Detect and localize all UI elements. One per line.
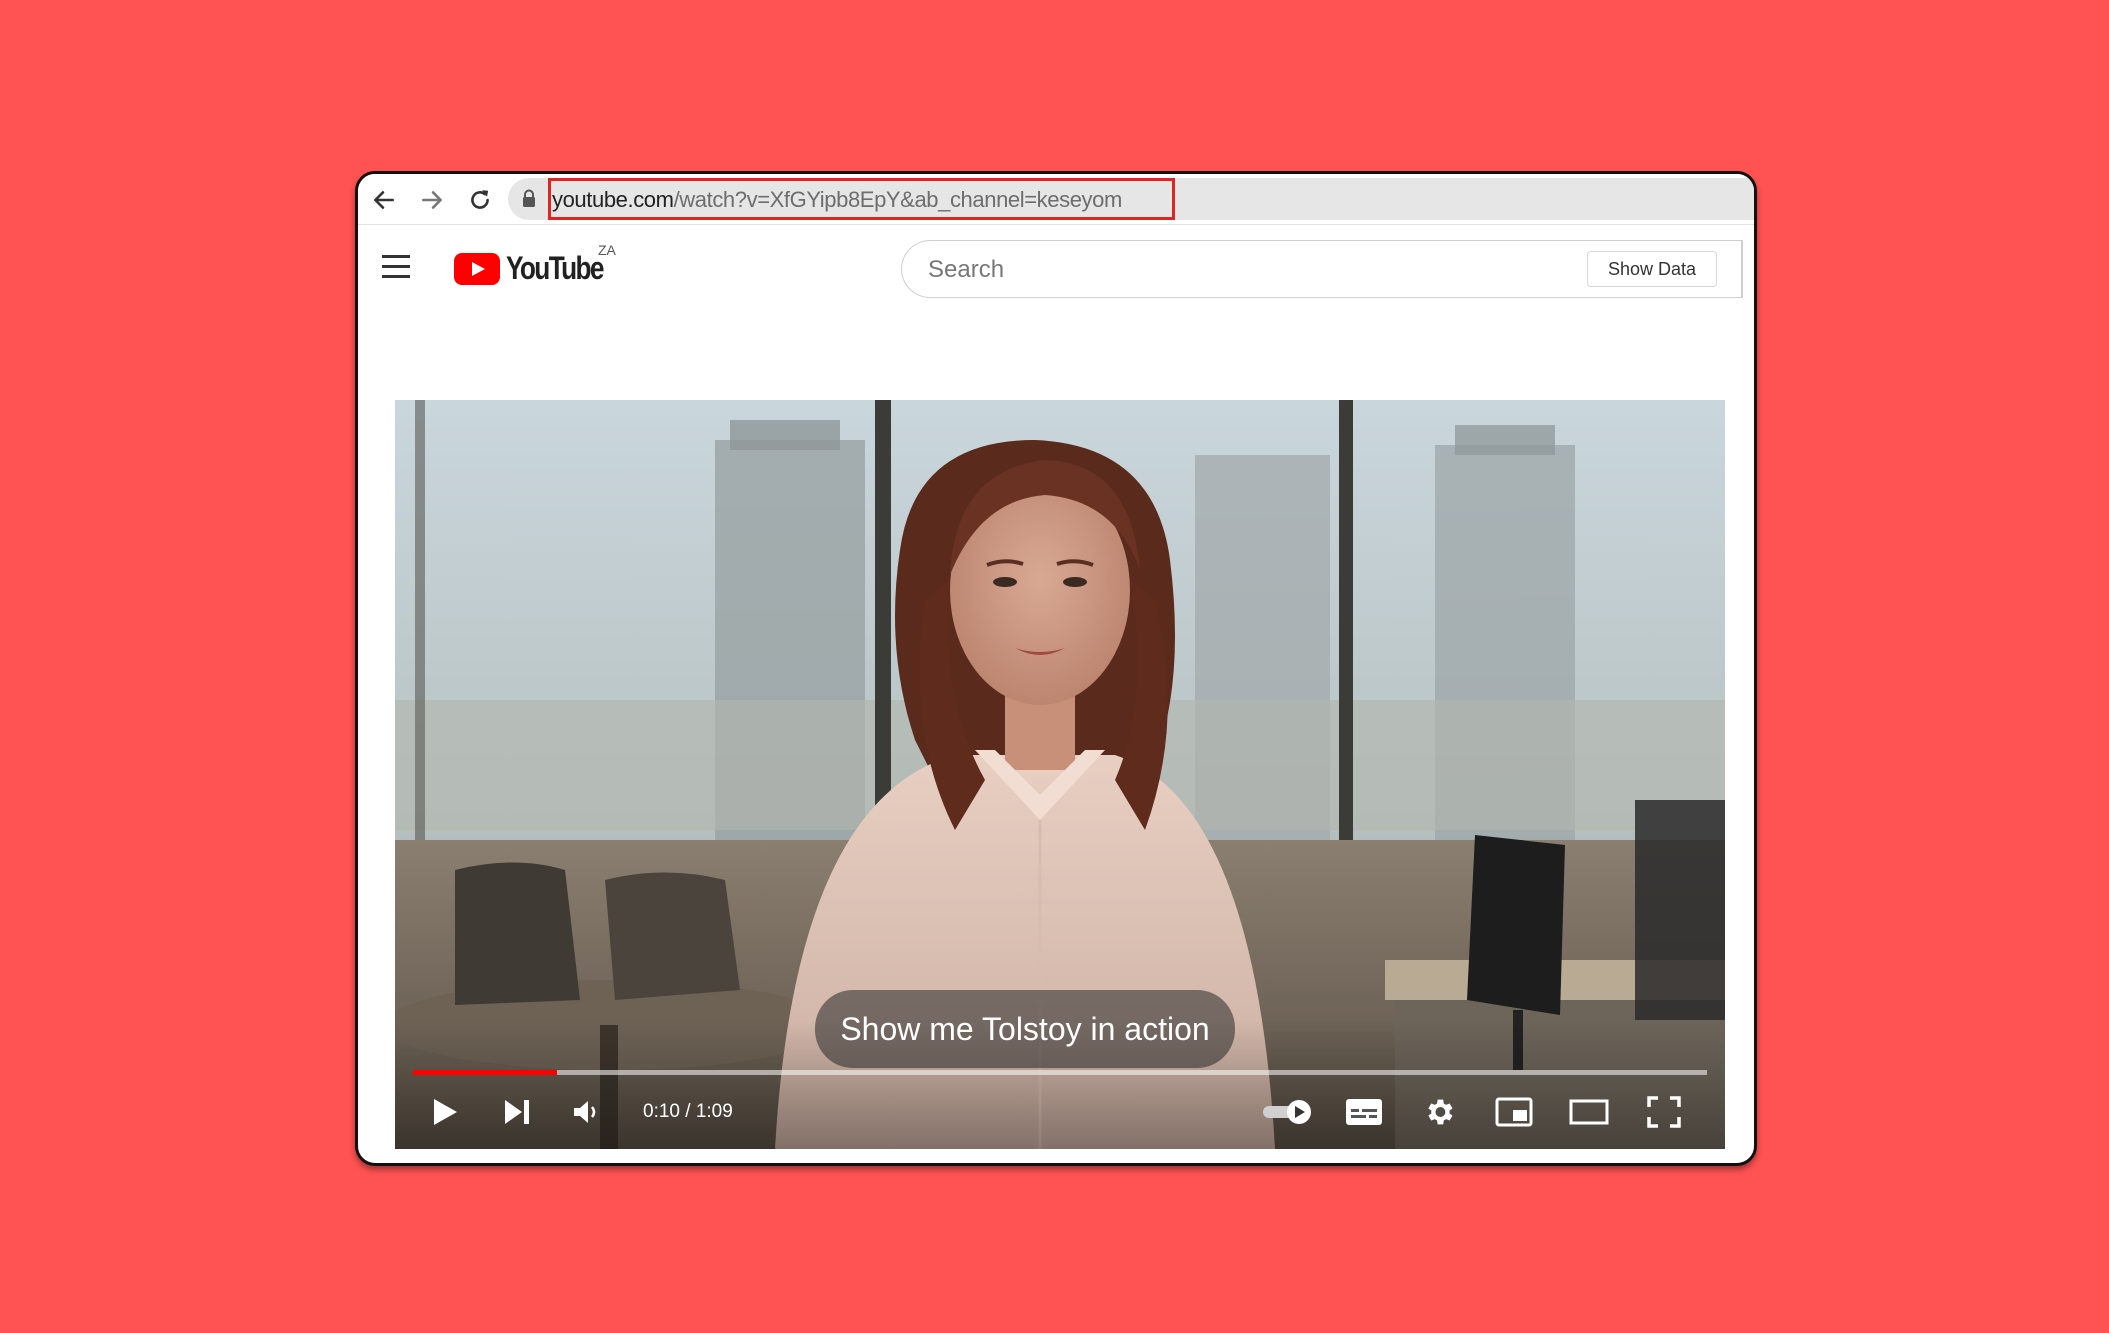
next-icon	[505, 1100, 529, 1124]
search-input[interactable]	[926, 253, 1530, 287]
show-data-button[interactable]: Show Data	[1587, 251, 1717, 287]
subtitles-button[interactable]	[1341, 1090, 1387, 1134]
progress-bar[interactable]	[413, 1070, 1707, 1075]
youtube-header: YouTube ZA Show Data	[358, 225, 1754, 315]
menu-icon[interactable]	[382, 255, 412, 279]
lock-icon	[523, 189, 535, 207]
region-code: ZA	[598, 242, 616, 258]
settings-button[interactable]	[1416, 1090, 1462, 1134]
video-player[interactable]: Show me Tolstoy in action 0:10 / 1:09	[395, 400, 1725, 1149]
fullscreen-button[interactable]	[1641, 1090, 1687, 1134]
logo-text: YouTube	[506, 250, 605, 286]
fullscreen-icon	[1647, 1096, 1681, 1128]
play-icon	[434, 1099, 457, 1125]
reload-button[interactable]	[462, 182, 498, 218]
theater-mode-button[interactable]	[1566, 1090, 1612, 1134]
subtitle-caption: Show me Tolstoy in action	[815, 990, 1235, 1068]
url-highlight-box	[548, 178, 1175, 220]
play-button[interactable]	[423, 1090, 467, 1134]
browser-toolbar: youtube.com/watch?v=XfGYipb8EpY&ab_chann…	[358, 174, 1754, 225]
miniplayer-icon	[1495, 1097, 1533, 1127]
next-button[interactable]	[495, 1090, 539, 1134]
back-arrow-icon	[374, 191, 394, 209]
address-bar[interactable]: youtube.com/watch?v=XfGYipb8EpY&ab_chann…	[508, 178, 1754, 220]
subtitles-icon	[1346, 1099, 1382, 1125]
autoplay-toggle[interactable]	[1259, 1090, 1319, 1134]
settings-icon	[1428, 1099, 1453, 1125]
search-divider	[1741, 240, 1743, 298]
progress-played	[413, 1070, 557, 1075]
volume-button[interactable]	[565, 1090, 609, 1134]
autoplay-toggle-icon	[1263, 1100, 1311, 1124]
youtube-play-logo-icon	[454, 252, 500, 285]
back-button[interactable]	[366, 182, 402, 218]
forward-button[interactable]	[414, 182, 450, 218]
reload-icon	[471, 190, 489, 209]
search-box: Show Data	[901, 240, 1741, 298]
volume-icon	[574, 1101, 596, 1123]
browser-window: youtube.com/watch?v=XfGYipb8EpY&ab_chann…	[355, 171, 1757, 1166]
forward-arrow-icon	[422, 191, 442, 209]
theater-mode-icon	[1569, 1099, 1609, 1125]
time-display: 0:10 / 1:09	[643, 1101, 733, 1122]
miniplayer-button[interactable]	[1491, 1090, 1537, 1134]
